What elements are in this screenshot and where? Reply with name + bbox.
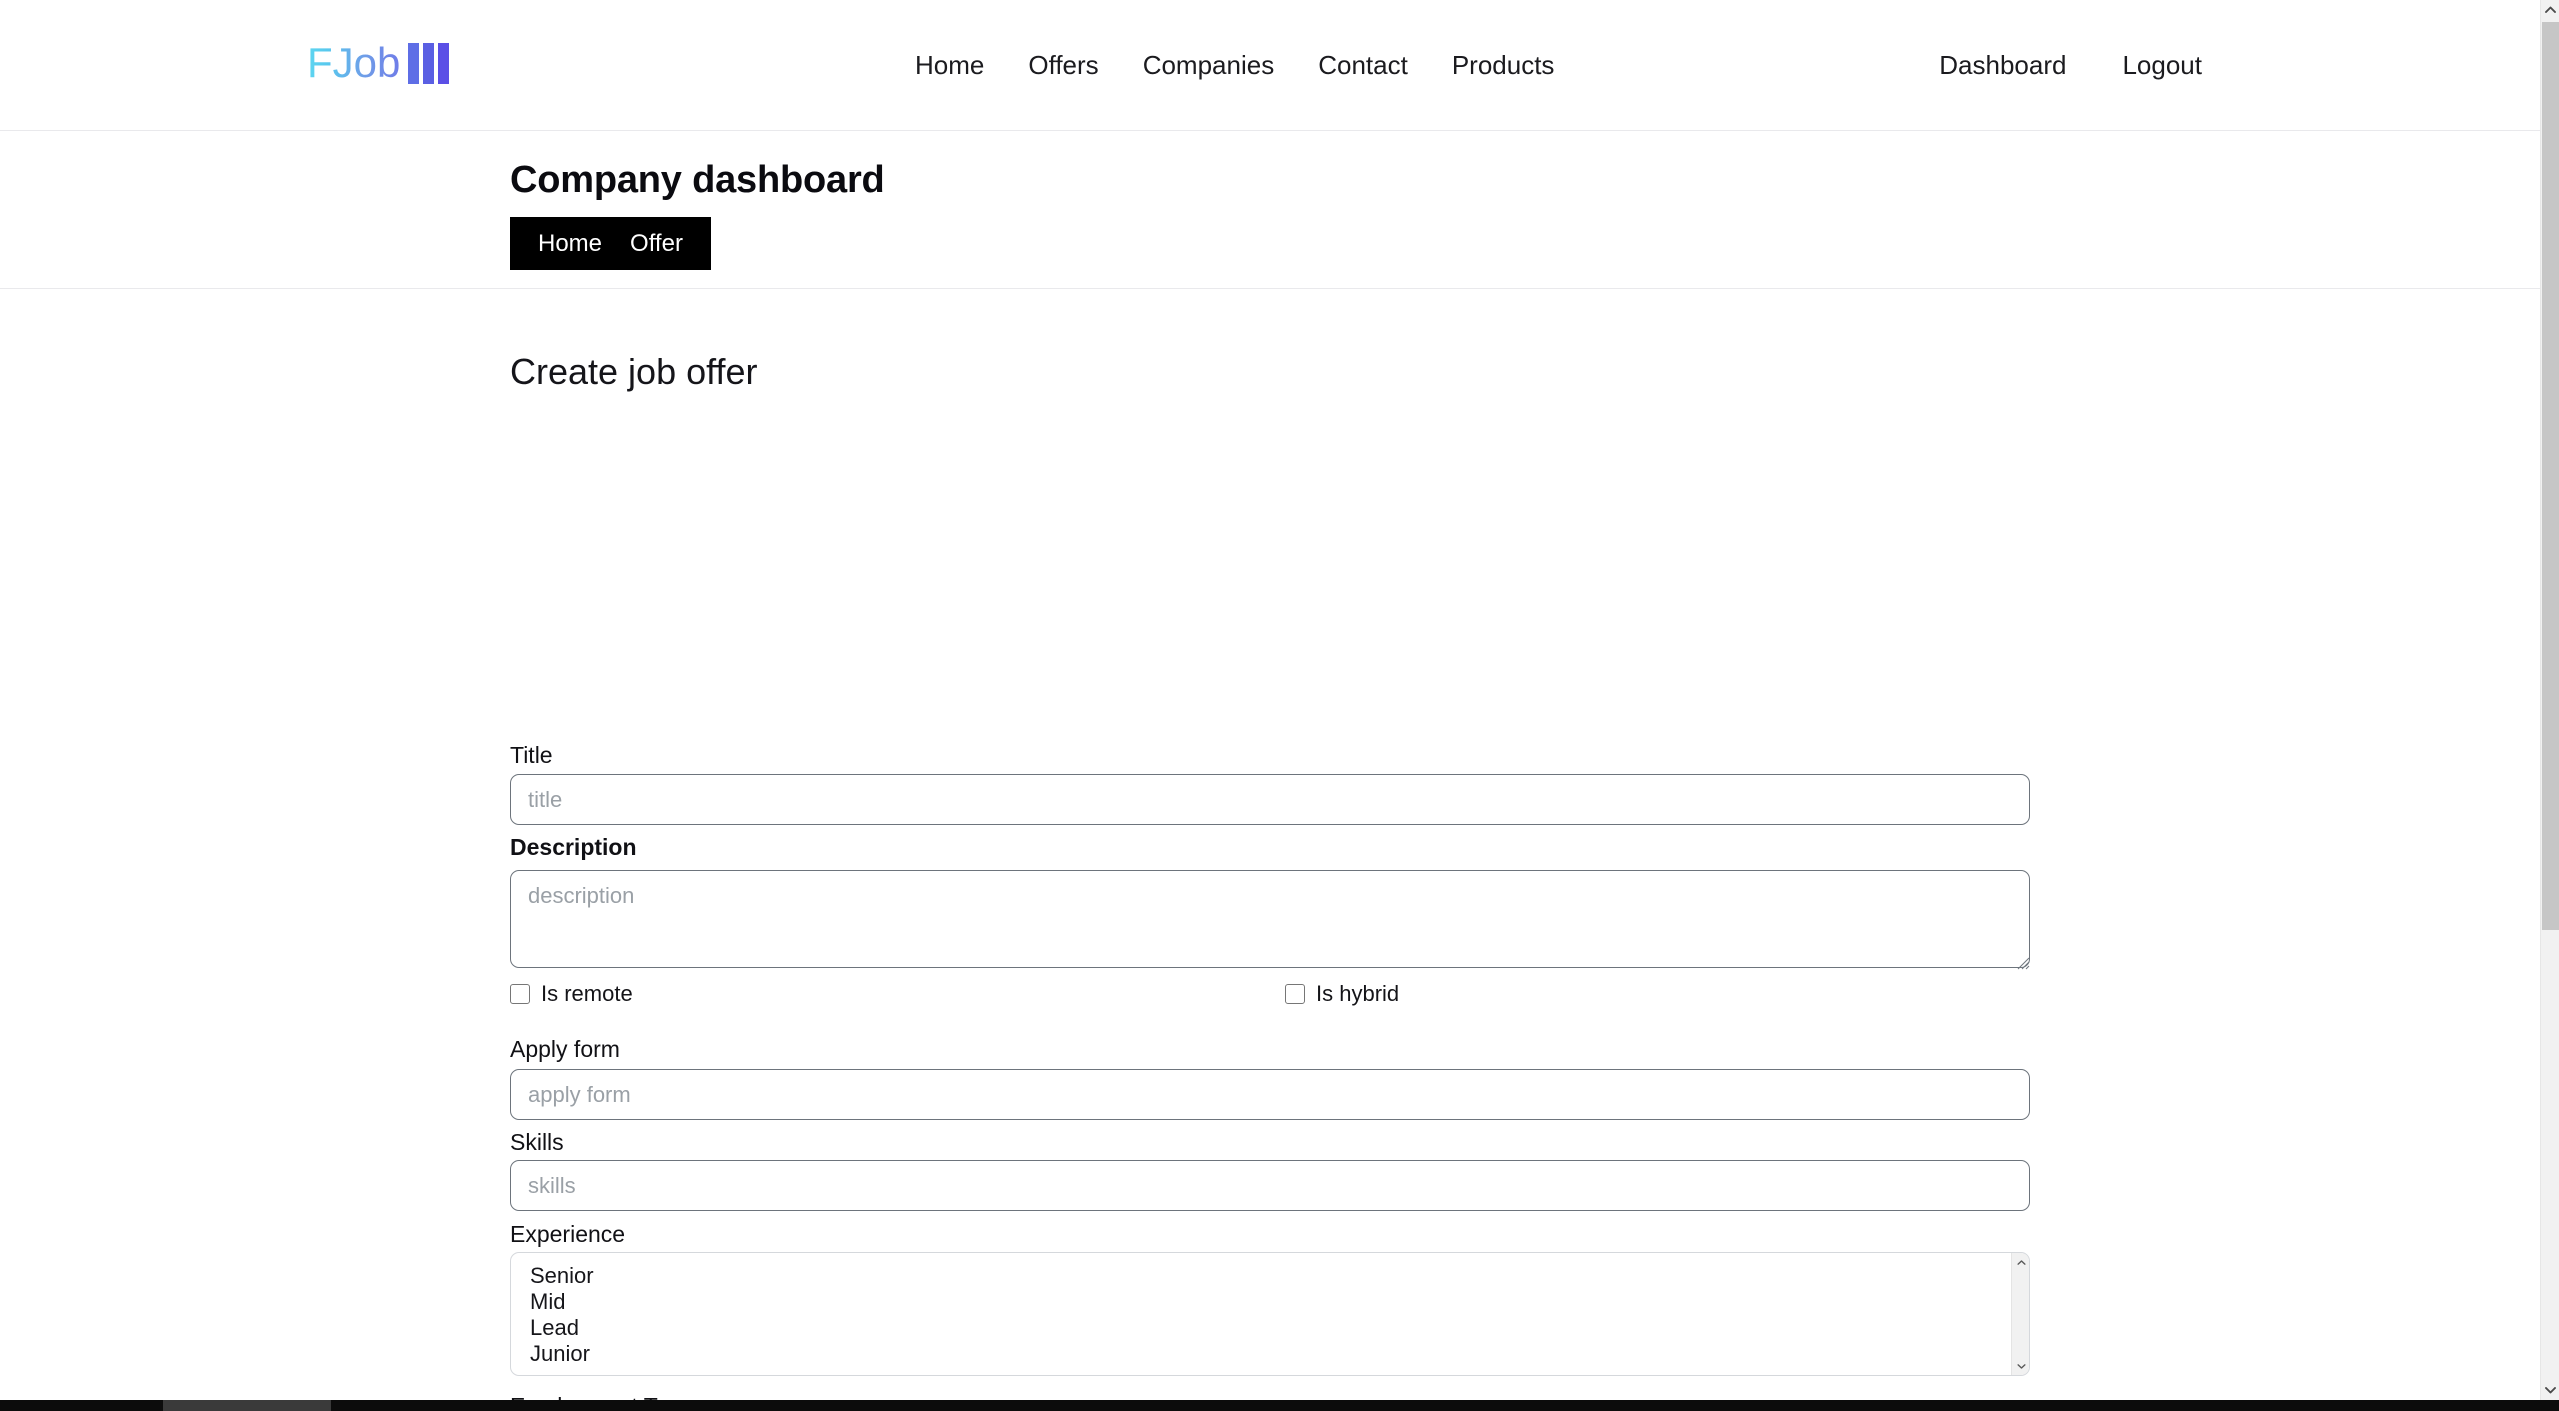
account-nav: Dashboard Logout (1911, 0, 2230, 131)
page-vertical-scrollbar[interactable] (2540, 0, 2559, 1400)
brand-bar-3 (438, 42, 450, 84)
page-scroll-up-arrow[interactable] (2541, 0, 2559, 19)
brand-bar-2 (423, 42, 435, 84)
experience-listbox[interactable]: Senior Mid Lead Junior (510, 1252, 2030, 1376)
experience-option-senior[interactable]: Senior (530, 1263, 2011, 1289)
experience-scroll-down-arrow[interactable] (2012, 1357, 2029, 1375)
page-scroll-down-arrow[interactable] (2541, 1381, 2559, 1400)
brand-logo[interactable]: FJob (307, 37, 450, 89)
dashboard-header: Company dashboard Home Offer (0, 131, 2540, 289)
experience-option-junior[interactable]: Junior (530, 1341, 2011, 1367)
is-remote-label: Is remote (541, 981, 633, 1006)
is-hybrid-label: Is hybrid (1316, 981, 1400, 1006)
experience-listbox-scrollbar[interactable] (2011, 1253, 2029, 1375)
skills-input[interactable] (510, 1160, 2030, 1211)
title-input[interactable] (510, 774, 2030, 825)
tab-offer[interactable]: Offer (616, 217, 697, 270)
tab-home[interactable]: Home (524, 217, 616, 270)
description-textarea[interactable] (510, 870, 2030, 968)
experience-option-mid[interactable]: Mid (530, 1289, 2011, 1315)
brand-bar-1 (408, 42, 420, 84)
is-remote-checkbox[interactable] (510, 984, 530, 1004)
experience-scroll-up-arrow[interactable] (2012, 1253, 2029, 1271)
label-skills: Skills (510, 1129, 564, 1155)
nav-link-products[interactable]: Products (1430, 50, 1577, 81)
is-hybrid-checkbox[interactable] (1285, 984, 1305, 1004)
nav-link-home[interactable]: Home (893, 50, 1006, 81)
dashboard-tabbar: Home Offer (510, 217, 711, 270)
primary-nav: Home Offers Companies Contact Products (893, 0, 1576, 131)
label-employment-type: Employment Type (510, 1393, 694, 1400)
page-scroll-thumb[interactable] (2542, 22, 2559, 930)
label-apply-form: Apply form (510, 1036, 620, 1062)
nav-link-companies[interactable]: Companies (1121, 50, 1297, 81)
experience-options: Senior Mid Lead Junior (511, 1253, 2011, 1375)
label-description: Description (510, 834, 637, 860)
page-hscroll-thumb[interactable] (163, 1400, 331, 1411)
apply-form-input[interactable] (510, 1069, 2030, 1120)
nav-link-contact[interactable]: Contact (1296, 50, 1430, 81)
page-horizontal-scrollbar[interactable] (0, 1400, 2559, 1411)
is-hybrid-row: Is hybrid (1285, 981, 1399, 1007)
top-navbar: FJob Home Offers Companies Contact Produ… (0, 0, 2540, 131)
label-title: Title (510, 742, 553, 768)
brand-logo-text: FJob (307, 39, 401, 86)
form-heading: Create job offer (510, 351, 758, 392)
nav-link-logout[interactable]: Logout (2094, 50, 2230, 81)
nav-link-dashboard[interactable]: Dashboard (1911, 50, 2094, 81)
nav-link-offers[interactable]: Offers (1006, 50, 1120, 81)
page-title: Company dashboard (510, 159, 885, 201)
label-experience: Experience (510, 1221, 626, 1247)
experience-option-lead[interactable]: Lead (530, 1315, 2011, 1341)
brand-bars-icon (408, 42, 450, 84)
is-remote-row: Is remote (510, 981, 633, 1007)
page-root: FJob Home Offers Companies Contact Produ… (0, 0, 2559, 1411)
content-viewport: FJob Home Offers Companies Contact Produ… (0, 0, 2540, 1400)
